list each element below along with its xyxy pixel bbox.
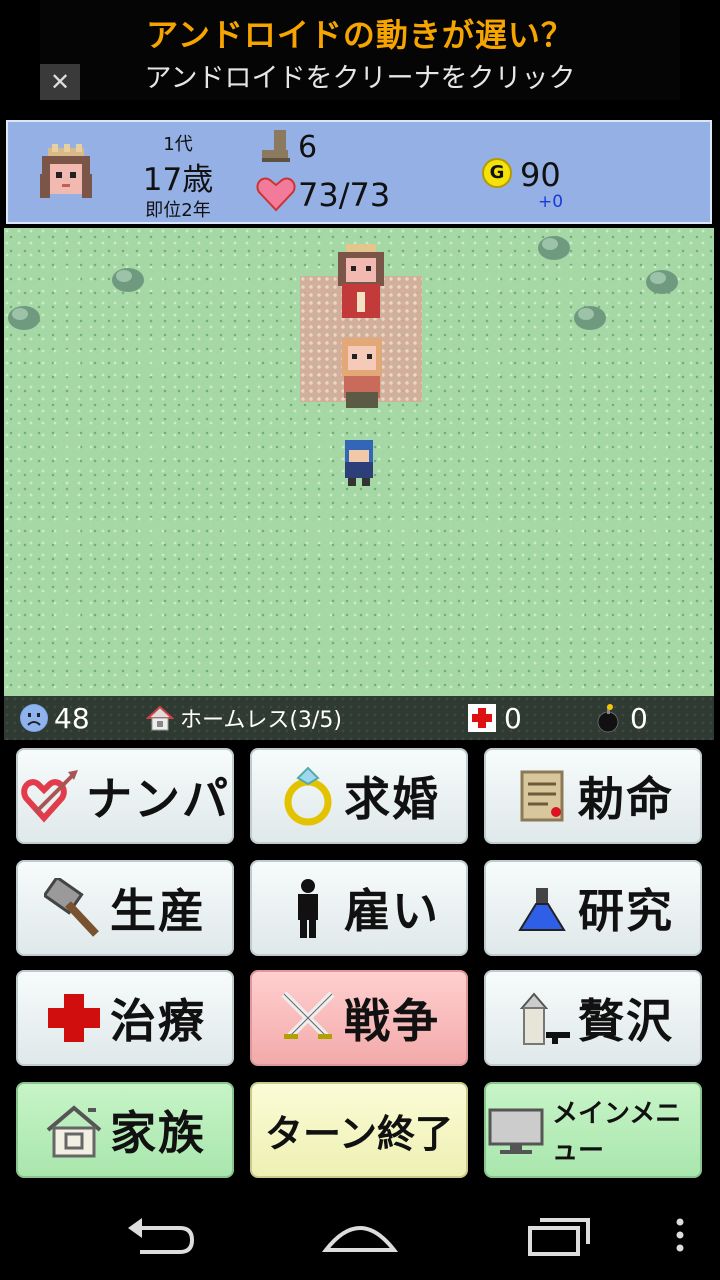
home-label: ホームレス(3/5) [180, 708, 342, 733]
nanpa-label: ナンパ [86, 772, 230, 826]
sad-face-icon [20, 704, 48, 732]
king-portrait-icon [40, 144, 92, 198]
person-icon [298, 879, 318, 938]
crossed-swords-icon [281, 991, 335, 1039]
monitor-icon [488, 1108, 544, 1154]
propose-label: 求婚 [344, 772, 440, 826]
heal-label: 治療 [110, 994, 206, 1048]
ring-icon [284, 766, 332, 826]
research-button[interactable]: 研究 [484, 860, 702, 956]
edict-label: 勅命 [578, 772, 674, 826]
ad-subline[interactable]: アンドロイドをクリーナをクリック [40, 56, 680, 95]
boot-icon [262, 130, 290, 162]
luxury-button[interactable]: 贅沢 [484, 970, 702, 1066]
overflow-menu-icon[interactable] [660, 1210, 700, 1260]
ad-banner[interactable]: アンドロイドの動きが遅い？ アンドロイドをクリーナをクリック ✕ [40, 0, 680, 100]
bush-icon [538, 236, 570, 260]
house-icon [146, 705, 174, 731]
hero-sprite[interactable] [340, 438, 378, 488]
main-menu-label: メインメニュー [552, 1099, 682, 1166]
war-label: 戦争 [344, 994, 440, 1048]
propose-button[interactable]: 求婚 [250, 748, 468, 844]
house-icon [46, 1105, 102, 1158]
gold-delta: +0 [538, 192, 564, 212]
bush-icon [8, 306, 40, 330]
system-nav-bar [0, 1190, 720, 1280]
bush-icon [646, 270, 678, 294]
ad-close-button[interactable]: ✕ [40, 64, 80, 100]
recents-icon[interactable] [520, 1210, 600, 1260]
mood-stat: 48 [20, 696, 90, 740]
scroll-icon [520, 770, 564, 822]
game-map[interactable] [4, 228, 714, 696]
mood-value: 48 [54, 701, 90, 735]
medicine-value: 0 [504, 701, 522, 735]
heart-arrow-icon [21, 770, 78, 823]
hire-label: 雇い [344, 884, 440, 938]
age-label: 17歳 [142, 162, 214, 198]
war-button[interactable]: 戦争 [250, 970, 468, 1066]
reign-label: 即位2年 [145, 200, 211, 221]
family-label: 家族 [110, 1106, 206, 1160]
bush-icon [574, 306, 606, 330]
gold-coin-icon: G [482, 158, 512, 188]
flask-icon [518, 888, 566, 931]
hp-value: 73/73 [298, 176, 391, 214]
princess-sprite[interactable] [336, 334, 388, 410]
red-cross-icon [468, 704, 496, 732]
heal-button[interactable]: 治療 [16, 970, 234, 1066]
generation-label: 1代 [163, 134, 193, 155]
home-icon[interactable] [320, 1210, 400, 1260]
ad-headline[interactable]: アンドロイドの動きが遅い？ [40, 10, 680, 56]
hire-button[interactable]: 雇い [250, 860, 468, 956]
back-icon[interactable] [120, 1210, 200, 1260]
edict-button[interactable]: 勅命 [484, 748, 702, 844]
gold-value: 90 [520, 156, 561, 194]
bomb-stat: 0 [596, 696, 648, 740]
bomb-icon [597, 704, 619, 733]
bush-icon [112, 268, 144, 292]
research-label: 研究 [578, 884, 674, 938]
home-stat: ホームレス(3/5) [146, 696, 342, 740]
heart-icon [256, 177, 296, 212]
end-turn-label: ターン終了 [264, 1111, 454, 1156]
nanpa-button[interactable]: ナンパ [16, 748, 234, 844]
end-turn-button[interactable]: ターン終了 [250, 1082, 468, 1178]
king-sprite[interactable] [332, 244, 390, 320]
produce-button[interactable]: 生産 [16, 860, 234, 956]
produce-label: 生産 [110, 884, 206, 938]
steps-value: 6 [298, 130, 318, 165]
status-hud: 1代 17歳 即位2年 6 73/73 G 90 +0 [6, 120, 712, 224]
main-menu-button[interactable]: メインメニュー [484, 1082, 702, 1178]
castle-icon [519, 992, 570, 1045]
family-button[interactable]: 家族 [16, 1082, 234, 1178]
red-cross-icon [48, 994, 100, 1042]
medicine-stat: 0 [468, 696, 522, 740]
hammer-icon [44, 878, 99, 937]
bomb-value: 0 [630, 701, 648, 735]
resource-bar: 48 ホームレス(3/5) 0 0 [4, 696, 714, 740]
luxury-label: 贅沢 [578, 994, 674, 1048]
